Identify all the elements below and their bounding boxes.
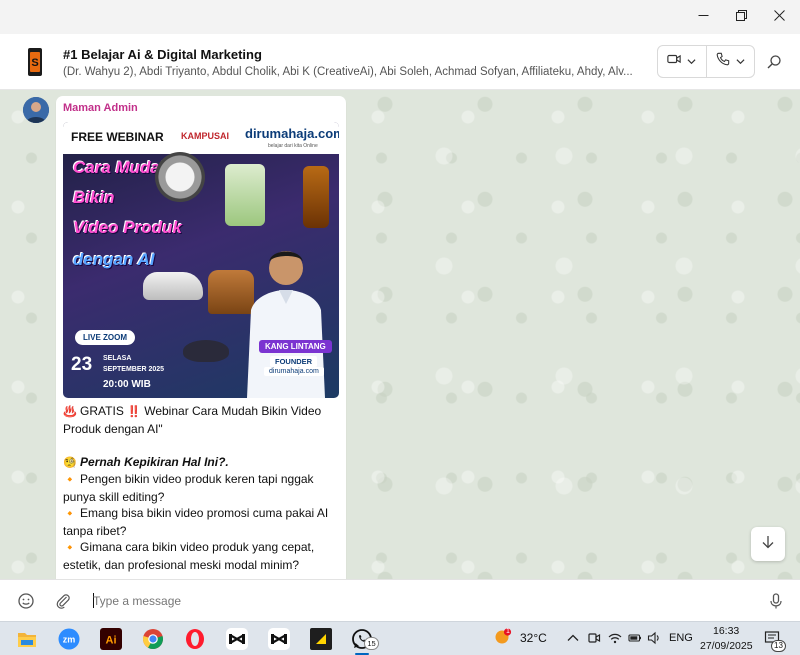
message-bubble[interactable]: Maman Admin FREE WEBINAR KAMPUSAI diruma… [56, 96, 346, 579]
notification-count-badge: 13 [771, 640, 786, 652]
poster-headline-4: dengan AI [73, 250, 155, 269]
zoom-icon[interactable]: zm [57, 627, 81, 651]
group-avatar[interactable]: S [16, 43, 54, 81]
orange-diamond-emoji: 🔸 [63, 507, 77, 520]
chevron-up-icon[interactable] [566, 631, 580, 645]
weather-temperature[interactable]: 32°C [520, 631, 547, 645]
chrome-icon[interactable] [141, 627, 165, 651]
whatsapp-unread-badge: 15 [364, 637, 379, 650]
sender-name[interactable]: Maman Admin [63, 102, 138, 114]
wifi-icon[interactable] [608, 631, 622, 645]
capcut-icon-2[interactable] [267, 627, 291, 651]
watch-product [155, 152, 205, 202]
mouse-product [183, 340, 229, 362]
poster-time: 20:00 WIB [103, 379, 151, 390]
phone-icon [716, 52, 730, 71]
opera-icon[interactable] [183, 627, 207, 651]
capcut-icon[interactable] [225, 627, 249, 651]
svg-text:S: S [31, 57, 38, 69]
message-line: 🔸 Gimana cara bikin video produk yang ce… [63, 540, 315, 572]
clock-time[interactable]: 16:33 [713, 625, 739, 637]
window-titlebar [0, 0, 800, 34]
file-explorer-icon[interactable] [15, 627, 39, 651]
voice-call-button[interactable] [705, 46, 755, 77]
chevron-down-icon [687, 53, 696, 71]
illustrator-icon[interactable]: Ai [99, 627, 123, 651]
sender-avatar[interactable] [23, 97, 49, 123]
orange-diamond-emoji: 🔸 [63, 541, 77, 554]
double-exclamation-emoji: ‼️ [127, 405, 141, 418]
close-icon[interactable] [756, 0, 800, 30]
group-members[interactable]: (Dr. Wahyu 2), Abdi Triyanto, Abdul Chol… [63, 66, 651, 78]
microphone-icon[interactable] [767, 592, 785, 610]
poster-speaker-name: KANG LINTANG [259, 340, 332, 353]
message-line: ♨️ GRATIS ‼️ Webinar Cara Mudah Bikin Vi… [63, 404, 322, 436]
poster-free-webinar: FREE WEBINAR [71, 130, 164, 144]
poster-brand-kampusai: KAMPUSAI [181, 131, 230, 141]
scroll-to-bottom-button[interactable] [751, 527, 785, 561]
poster-speaker-role: FOUNDER [270, 356, 318, 367]
volume-icon[interactable] [647, 631, 661, 645]
battery-icon[interactable] [628, 631, 642, 645]
poster-brand-sub: belajar dari kita Online [268, 143, 318, 149]
svg-text:Ai: Ai [106, 635, 117, 647]
search-icon[interactable] [766, 54, 782, 70]
smiley-icon[interactable] [17, 592, 35, 610]
paperclip-icon[interactable] [54, 592, 72, 610]
sneaker-product [143, 272, 203, 300]
message-input[interactable] [93, 591, 733, 611]
poster-speaker-site: dirumahaja.com [264, 367, 324, 376]
poster-month-year: SEPTEMBER 2025 [103, 366, 165, 373]
chat-header[interactable]: S #1 Belajar Ai & Digital Marketing (Dr.… [0, 34, 800, 90]
tea-pouch-product [225, 164, 265, 226]
video-camera-icon [667, 52, 681, 71]
poster-weekday: SELASA [103, 355, 132, 362]
weather-badge: 1 [506, 628, 510, 635]
poster-headline-3: Video Produk [73, 218, 182, 237]
message-line: 🧐 Pernah Kepikiran Hal Ini?. [63, 454, 229, 469]
message-line: 🔸 Pengen bikin video produk keren tapi n… [63, 472, 314, 504]
video-call-button[interactable] [658, 46, 706, 77]
monocle-face-emoji: 🧐 [63, 455, 77, 469]
poster-date-day: 23 [71, 354, 93, 375]
sticky-app-icon[interactable] [309, 627, 333, 651]
arrow-down-icon [761, 535, 775, 554]
message-text[interactable]: ♨️ GRATIS ‼️ Webinar Cara Mudah Bikin Vi… [63, 403, 341, 573]
clock-date[interactable]: 27/09/2025 [700, 640, 753, 652]
svg-text:zm: zm [63, 635, 76, 645]
perfume-product [303, 166, 329, 228]
poster-brand-dirumahaja: dirumahaja.com [245, 126, 339, 141]
message-composer [0, 579, 800, 621]
poster-live-zoom: LIVE ZOOM [75, 330, 135, 345]
orange-diamond-emoji: 🔸 [63, 473, 77, 486]
webinar-poster-image[interactable]: FREE WEBINAR KAMPUSAI dirumahaja.com bel… [63, 122, 339, 398]
call-buttons [657, 45, 755, 78]
poster-headline-2: Bikin [73, 188, 115, 207]
meet-now-icon[interactable] [587, 631, 601, 645]
hot-springs-emoji: ♨️ [63, 405, 77, 418]
chat-area[interactable]: Maman Admin FREE WEBINAR KAMPUSAI diruma… [0, 90, 800, 579]
chevron-down-icon [736, 53, 745, 71]
group-title[interactable]: #1 Belajar Ai & Digital Marketing [63, 47, 262, 62]
message-line: 🔸 Emang bisa bikin video promosi cuma pa… [63, 506, 329, 538]
language-indicator[interactable]: ENG [669, 632, 693, 644]
